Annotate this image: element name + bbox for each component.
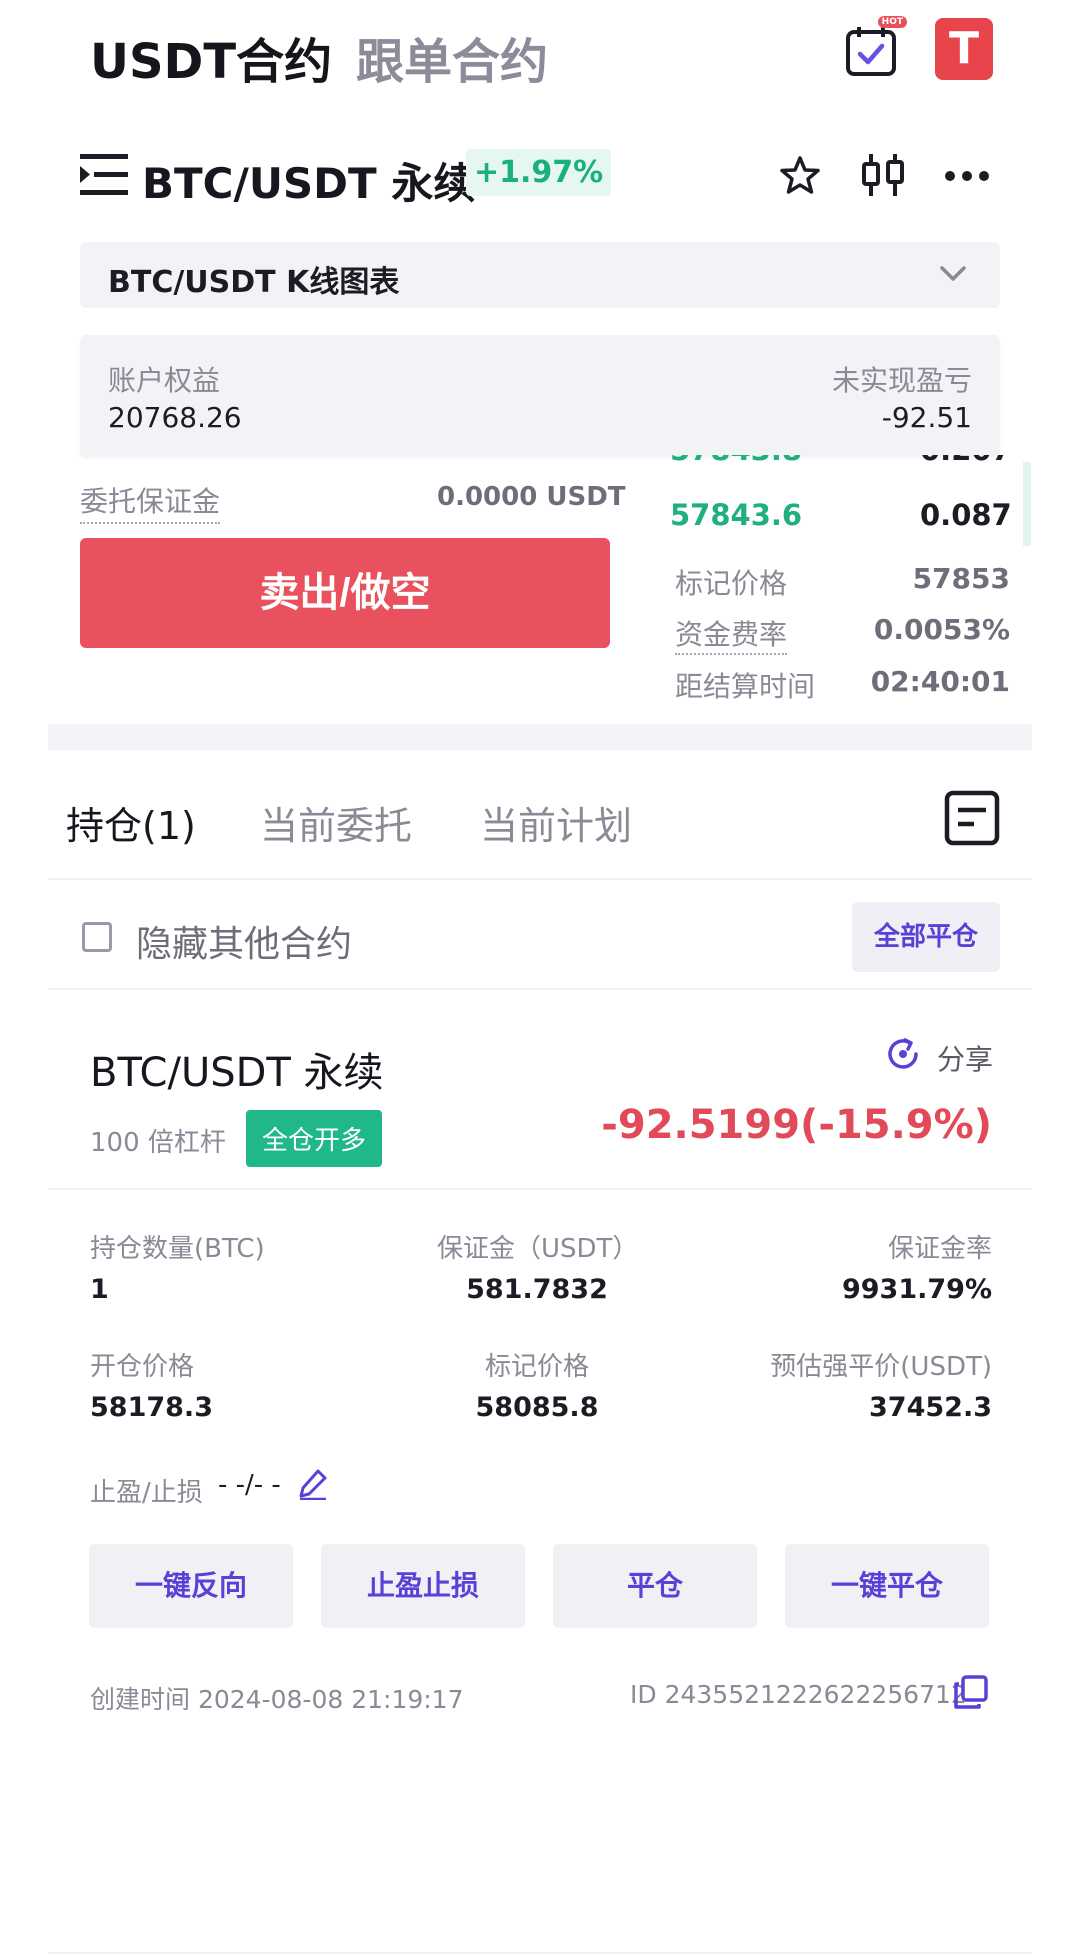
entry-price-value: 58178.3 [90, 1392, 213, 1423]
liquidation-price-label: 预估强平价(USDT) [770, 1352, 992, 1382]
mark-price-value: 57853 [912, 562, 1010, 595]
position-size-value: 1 [90, 1274, 109, 1305]
divider [48, 878, 1032, 880]
order-margin-label[interactable]: 委托保证金 [80, 480, 221, 524]
tab-plan-orders[interactable]: 当前计划 [480, 795, 632, 850]
menu-list-icon[interactable] [80, 152, 128, 198]
mark-price-label: 标记价格 [675, 567, 788, 600]
orderbook-price[interactable]: 57843.6 [670, 498, 802, 532]
edit-icon[interactable] [298, 1468, 328, 1501]
created-time-label: 创建时间 [90, 1685, 191, 1714]
liquidation-price-value: 37452.3 [869, 1392, 992, 1423]
unrealized-pnl-value: -92.51 [881, 401, 972, 434]
tpsl-label: 止盈/止损 [90, 1478, 203, 1508]
position-id-value: 2435521222622256712 [664, 1680, 967, 1709]
divider [48, 1952, 1032, 1954]
margin-ratio-label: 保证金率 [887, 1234, 992, 1264]
divider [48, 1188, 1032, 1190]
calendar-icon[interactable]: HOT [845, 16, 907, 76]
unrealized-pnl-label: 未实现盈亏 [831, 364, 972, 397]
orderbook-partial-qty: 0.207 [920, 455, 1012, 465]
position-size-label: 持仓数量(BTC) [90, 1234, 265, 1264]
created-time: 创建时间 2024-08-08 21:19:17 [90, 1680, 463, 1716]
tpsl-value: - -/- - [218, 1470, 281, 1500]
copy-icon[interactable] [953, 1674, 989, 1710]
position-id: ID 2435521222622256712 [630, 1680, 967, 1709]
equity-value: 20768.26 [108, 401, 242, 434]
position-mark-price-value: 58085.8 [475, 1392, 599, 1423]
entry-price-label: 开仓价格 [90, 1352, 195, 1382]
position-title: BTC/USDT 永续 [90, 1050, 384, 1096]
price-change-badge: +1.97% [466, 149, 612, 196]
chevron-down-icon [936, 256, 970, 294]
funding-rate-label[interactable]: 资金费率 [675, 613, 788, 655]
close-position-button[interactable]: 平仓 [553, 1544, 757, 1628]
tether-icon[interactable]: T [935, 18, 993, 80]
tab-open-orders[interactable]: 当前委托 [260, 795, 412, 850]
kline-chart-label: BTC/USDT K线图表 [108, 265, 400, 300]
orderbook-qty: 0.087 [920, 498, 1012, 532]
orderbook-partial-row: 57843.8 0.207 [670, 455, 1030, 465]
position-pnl: -92.5199(-15.9%) [601, 1102, 992, 1148]
tab-copy-trading[interactable]: 跟单合约 [356, 22, 548, 92]
pair-title[interactable]: BTC/USDT 永续 [142, 150, 475, 211]
order-margin-value: 0.0000 USDT [437, 482, 626, 512]
position-id-label: ID [630, 1680, 657, 1709]
star-icon[interactable] [780, 155, 820, 195]
hot-badge: HOT [877, 16, 907, 28]
account-summary-card: 账户权益 20768.26 未实现盈亏 -92.51 [80, 335, 1000, 457]
reverse-position-button[interactable]: 一键反向 [89, 1544, 293, 1628]
candlestick-icon[interactable] [860, 152, 906, 198]
divider [48, 988, 1032, 990]
position-mark-price-label: 标记价格 [484, 1352, 589, 1382]
depth-bar [1023, 462, 1031, 546]
share-icon[interactable] [885, 1036, 921, 1072]
margin-ratio-value: 9931.79% [841, 1274, 992, 1305]
margin-label: 保证金（USDT） [437, 1234, 639, 1264]
equity-label: 账户权益 [108, 364, 221, 397]
tab-usdt-futures[interactable]: USDT合约 [90, 22, 332, 92]
more-icon[interactable] [944, 168, 990, 182]
settlement-countdown-value: 02:40:01 [870, 665, 1010, 698]
kline-chart-dropdown[interactable]: BTC/USDT K线图表 [80, 242, 1000, 308]
tpsl-button[interactable]: 止盈止损 [321, 1544, 525, 1628]
orderbook-partial-price: 57843.8 [670, 455, 802, 465]
one-click-close-button[interactable]: 一键平仓 [785, 1544, 989, 1628]
hide-other-checkbox[interactable] [82, 922, 112, 952]
section-divider [48, 724, 1032, 750]
created-time-value: 2024-08-08 21:19:17 [197, 1685, 464, 1714]
close-all-button[interactable]: 全部平仓 [852, 902, 1000, 972]
order-history-icon[interactable] [944, 790, 1000, 846]
settlement-countdown-label: 距结算时间 [675, 670, 816, 703]
hide-other-label[interactable]: 隐藏其他合约 [136, 915, 352, 967]
position-mode-badge: 全仓开多 [246, 1110, 383, 1167]
leverage-label: 100 倍杠杆 [90, 1128, 226, 1158]
share-button[interactable]: 分享 [937, 1038, 993, 1078]
funding-rate-value: 0.0053% [873, 613, 1010, 646]
tab-positions[interactable]: 持仓(1) [66, 795, 196, 850]
margin-value: 581.7832 [466, 1274, 608, 1305]
sell-short-button[interactable]: 卖出/做空 [80, 538, 610, 648]
